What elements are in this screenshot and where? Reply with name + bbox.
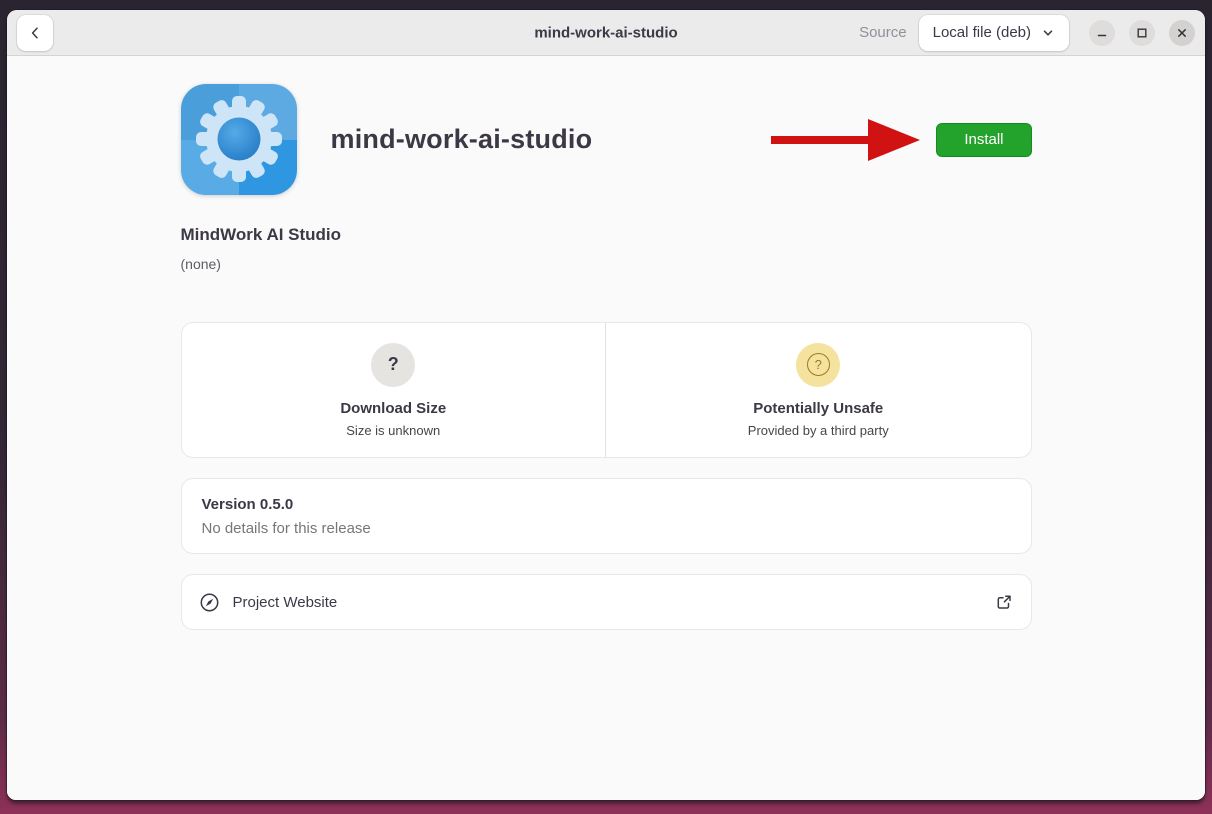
source-dropdown-value: Local file (deb) <box>933 24 1031 41</box>
app-name: mind-work-ai-studio <box>331 124 593 155</box>
compass-icon <box>199 592 220 613</box>
tile-title: Download Size <box>340 400 446 417</box>
window-controls <box>1089 20 1195 46</box>
project-website-row[interactable]: Project Website <box>181 574 1032 630</box>
context-tiles-card: ? Download Size Size is unknown ? Potent… <box>181 322 1032 458</box>
back-button[interactable] <box>17 15 53 51</box>
tile-description: Size is unknown <box>346 423 440 438</box>
close-icon <box>1175 26 1189 40</box>
circled-question-icon: ? <box>796 343 840 387</box>
source-dropdown[interactable]: Local file (deb) <box>919 15 1069 51</box>
circled-question-glyph: ? <box>807 353 830 376</box>
app-header-row: mind-work-ai-studio Install <box>181 84 1032 195</box>
safety-tile[interactable]: ? Potentially Unsafe Provided by a third… <box>606 323 1031 457</box>
source-label: Source <box>859 24 907 41</box>
app-details-page: mind-work-ai-studio Install MindWork AI … <box>7 56 1205 800</box>
window-title: mind-work-ai-studio <box>534 24 677 41</box>
titlebar: mind-work-ai-studio Source Local file (d… <box>7 10 1205 56</box>
license-text: (none) <box>181 256 1032 272</box>
close-button[interactable] <box>1169 20 1195 46</box>
details-container: mind-work-ai-studio Install MindWork AI … <box>181 56 1032 630</box>
software-app-window: mind-work-ai-studio Source Local file (d… <box>7 10 1205 800</box>
external-link-icon <box>994 592 1014 612</box>
install-button[interactable]: Install <box>936 123 1031 157</box>
version-description: No details for this release <box>202 520 1011 537</box>
maximize-icon <box>1135 26 1149 40</box>
chevron-left-icon <box>27 25 43 41</box>
maximize-button[interactable] <box>1129 20 1155 46</box>
question-mark-icon: ? <box>371 343 415 387</box>
developer-name: MindWork AI Studio <box>181 225 1032 245</box>
minimize-icon <box>1095 26 1109 40</box>
red-arrow-annotation <box>770 117 922 163</box>
tile-title: Potentially Unsafe <box>753 400 883 417</box>
version-title: Version 0.5.0 <box>202 496 1011 513</box>
project-website-label: Project Website <box>233 594 338 611</box>
titlebar-right: Source Local file (deb) <box>859 15 1195 51</box>
version-card: Version 0.5.0 No details for this releas… <box>181 478 1032 554</box>
question-glyph: ? <box>388 354 399 375</box>
tile-description: Provided by a third party <box>748 423 889 438</box>
download-size-tile[interactable]: ? Download Size Size is unknown <box>182 323 607 457</box>
app-icon <box>181 84 297 195</box>
minimize-button[interactable] <box>1089 20 1115 46</box>
chevron-down-icon <box>1041 26 1055 40</box>
